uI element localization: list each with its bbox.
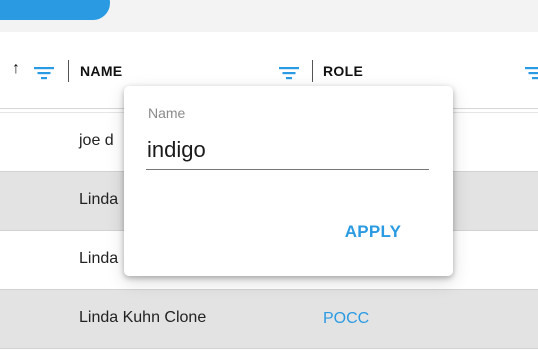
- column-header-role[interactable]: ROLE: [323, 63, 363, 79]
- column-divider[interactable]: [312, 60, 313, 82]
- name-filter-popup: Name APPLY: [124, 86, 453, 276]
- apply-button[interactable]: APPLY: [328, 217, 418, 247]
- filter-field-label: Name: [148, 105, 186, 121]
- table-row[interactable]: Linda Kuhn Clone POCC: [0, 290, 538, 349]
- name-filter-icon[interactable]: [278, 65, 299, 81]
- top-action-button[interactable]: [0, 0, 110, 20]
- column-header-name[interactable]: NAME: [80, 63, 122, 79]
- name-cell: Linda Kuhn Clone: [79, 309, 207, 326]
- name-cell: Linda: [79, 191, 119, 208]
- top-toolbar: [0, 0, 538, 32]
- name-filter-input[interactable]: [146, 130, 429, 170]
- filter-icon[interactable]: [33, 65, 54, 81]
- name-cell: Linda: [79, 250, 119, 267]
- users-table-page: ↑ NAME ROLE joe d Linda Linda Linda Kuhn…: [0, 0, 538, 352]
- sort-arrow-up-icon[interactable]: ↑: [12, 61, 20, 77]
- role-link[interactable]: POCC: [323, 310, 369, 328]
- role-filter-icon[interactable]: [524, 65, 538, 81]
- column-divider[interactable]: [68, 60, 69, 82]
- name-cell: joe d: [79, 132, 114, 149]
